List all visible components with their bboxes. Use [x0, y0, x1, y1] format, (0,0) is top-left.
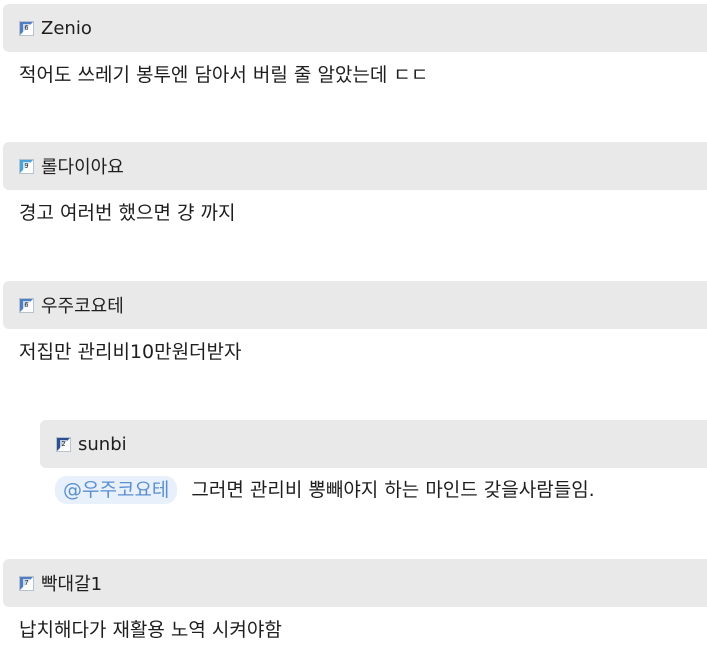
comment-author[interactable]: 롤다이아요	[41, 153, 124, 179]
comment-header: 2 sunbi	[40, 420, 707, 468]
level-icon: 2	[56, 436, 71, 452]
level-icon: 9	[19, 158, 34, 174]
reply-text: 그러면 관리비 뽕빼야지 하는 마인드 갖을사람들임.	[191, 479, 595, 501]
mention-tag[interactable]: @우주코요테	[55, 476, 178, 504]
comment-author[interactable]: 우주코요테	[41, 292, 124, 318]
comment-author[interactable]: sunbi	[78, 434, 127, 455]
comment-header: 6 우주코요테	[3, 281, 707, 329]
comment-text: 저집만 관리비10만원더받자	[19, 341, 242, 363]
comment-header: 6 Zenio	[3, 4, 707, 52]
comment-header: 9 롤다이아요	[3, 142, 707, 190]
comment-author[interactable]: Zenio	[41, 18, 92, 39]
comment-text: 납치해다가 재활용 노역 시켜야함	[19, 619, 282, 641]
level-icon: 6	[19, 20, 34, 36]
comment-text: 경고 여러번 했으면 걍 까지	[19, 202, 236, 224]
comment-text: 적어도 쓰레기 봉투엔 담아서 버릴 줄 알았는데 ㄷㄷ	[19, 64, 429, 86]
comment-header: 7 빡대갈1	[3, 559, 707, 607]
level-icon: 7	[19, 575, 34, 591]
comment-author[interactable]: 빡대갈1	[41, 570, 102, 596]
comment-text: @우주코요테 그러면 관리비 뽕빼야지 하는 마인드 갖을사람들임.	[55, 476, 595, 504]
level-icon: 6	[19, 297, 34, 313]
